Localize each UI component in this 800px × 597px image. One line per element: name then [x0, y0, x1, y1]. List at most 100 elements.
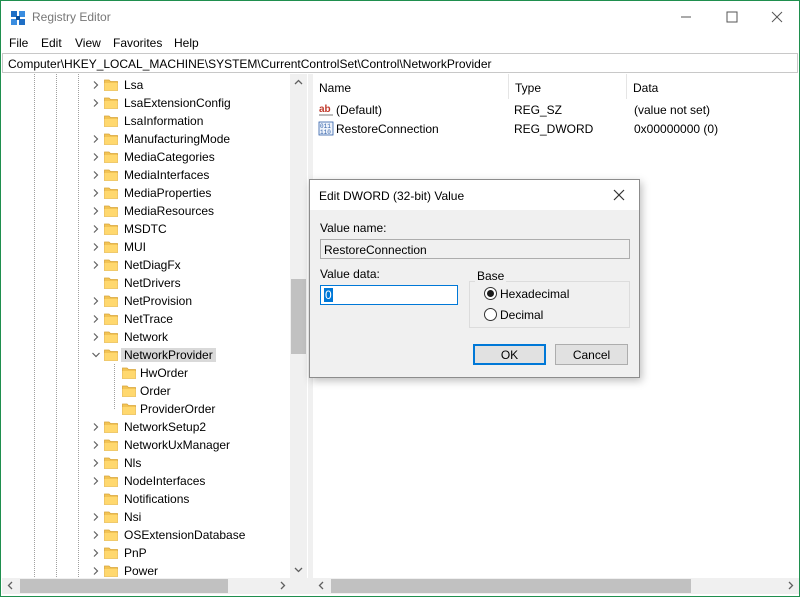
- chevron-right-icon[interactable]: [92, 531, 100, 539]
- close-icon[interactable]: [610, 186, 628, 204]
- chevron-right-icon[interactable]: [92, 189, 100, 197]
- value-name-label: Value name:: [320, 221, 387, 235]
- tree-item[interactable]: NetProvision: [2, 292, 292, 310]
- tree-item[interactable]: Lsa: [2, 76, 292, 94]
- decimal-radio[interactable]: [484, 308, 497, 321]
- tree-horizontal-scroll-thumb[interactable]: [20, 579, 228, 593]
- close-button[interactable]: [754, 1, 800, 33]
- scroll-right-icon[interactable]: [786, 581, 795, 590]
- chevron-right-icon[interactable]: [92, 567, 100, 575]
- chevron-right-icon[interactable]: [92, 153, 100, 161]
- tree-item[interactable]: Nls: [2, 454, 292, 472]
- list-row[interactable]: ab (Default) REG_SZ (value not set): [313, 100, 799, 118]
- chevron-right-icon[interactable]: [92, 225, 100, 233]
- chevron-right-icon[interactable]: [92, 207, 100, 215]
- folder-icon: [104, 547, 118, 559]
- folder-icon: [104, 277, 118, 289]
- tree-item[interactable]: Notifications: [2, 490, 292, 508]
- tree-item[interactable]: NetTrace: [2, 310, 292, 328]
- tree-item[interactable]: NodeInterfaces: [2, 472, 292, 490]
- tree-item[interactable]: MediaInterfaces: [2, 166, 292, 184]
- tree-item-label: PnP: [124, 546, 147, 560]
- folder-icon: [104, 565, 118, 577]
- scroll-right-icon[interactable]: [278, 581, 287, 590]
- tree-item[interactable]: Network: [2, 328, 292, 346]
- hexadecimal-radio[interactable]: [484, 287, 497, 300]
- tree-item[interactable]: Order: [2, 382, 292, 400]
- chevron-down-icon[interactable]: [92, 351, 100, 359]
- list-row[interactable]: 011 110 RestoreConnection REG_DWORD 0x000000…: [313, 119, 799, 137]
- tree-item-label: MediaInterfaces: [124, 168, 210, 182]
- menu-favorites[interactable]: Favorites: [113, 36, 162, 50]
- chevron-right-icon[interactable]: [92, 423, 100, 431]
- value-type: REG_SZ: [514, 103, 563, 117]
- tree-item[interactable]: MediaResources: [2, 202, 292, 220]
- list-horizontal-scrollbar[interactable]: [313, 578, 799, 594]
- minimize-icon: [681, 16, 691, 18]
- chevron-right-icon[interactable]: [92, 135, 100, 143]
- folder-icon: [104, 349, 118, 361]
- minimize-button[interactable]: [663, 1, 709, 33]
- tree-horizontal-scrollbar[interactable]: [2, 578, 308, 594]
- tree-item[interactable]: NetworkSetup2: [2, 418, 292, 436]
- tree-vertical-scrollbar[interactable]: [290, 74, 307, 579]
- tree-item[interactable]: MUI: [2, 238, 292, 256]
- menu-help[interactable]: Help: [174, 36, 199, 50]
- chevron-right-icon[interactable]: [92, 477, 100, 485]
- folder-icon: [104, 331, 118, 343]
- chevron-right-icon[interactable]: [92, 459, 100, 467]
- column-header-data[interactable]: Data: [627, 74, 799, 99]
- chevron-right-icon[interactable]: [92, 333, 100, 341]
- tree-item[interactable]: NetworkProvider: [2, 346, 292, 364]
- tree-item[interactable]: OSExtensionDatabase: [2, 526, 292, 544]
- tree-item-label: ManufacturingMode: [124, 132, 231, 146]
- chevron-right-icon[interactable]: [92, 297, 100, 305]
- menu-file[interactable]: File: [9, 36, 28, 50]
- chevron-right-icon[interactable]: [92, 441, 100, 449]
- tree-vertical-scroll-thumb[interactable]: [291, 279, 306, 354]
- chevron-right-icon[interactable]: [92, 243, 100, 251]
- address-bar[interactable]: Computer\HKEY_LOCAL_MACHINE\SYSTEM\Curre…: [2, 53, 798, 73]
- tree-item-label: OSExtensionDatabase: [124, 528, 246, 542]
- chevron-right-icon[interactable]: [92, 261, 100, 269]
- folder-icon: [104, 493, 118, 505]
- tree-item[interactable]: NetDrivers: [2, 274, 292, 292]
- chevron-right-icon[interactable]: [92, 315, 100, 323]
- scroll-up-icon[interactable]: [294, 78, 303, 87]
- menu-edit[interactable]: Edit: [41, 36, 62, 50]
- tree-item[interactable]: NetDiagFx: [2, 256, 292, 274]
- scroll-left-icon[interactable]: [317, 581, 326, 590]
- tree-item[interactable]: MediaProperties: [2, 184, 292, 202]
- column-header-type[interactable]: Type: [509, 74, 627, 99]
- column-header-name[interactable]: Name: [313, 74, 509, 99]
- chevron-right-icon[interactable]: [92, 513, 100, 521]
- tree-item[interactable]: HwOrder: [2, 364, 292, 382]
- menu-view[interactable]: View: [75, 36, 101, 50]
- ok-button[interactable]: OK: [473, 344, 546, 365]
- tree-item[interactable]: MSDTC: [2, 220, 292, 238]
- cancel-button[interactable]: Cancel: [555, 344, 628, 365]
- chevron-right-icon[interactable]: [92, 99, 100, 107]
- maximize-button[interactable]: [709, 1, 755, 33]
- chevron-right-icon[interactable]: [92, 81, 100, 89]
- tree-item[interactable]: LsaInformation: [2, 112, 292, 130]
- chevron-right-icon[interactable]: [92, 171, 100, 179]
- tree-item-label: NetDrivers: [124, 276, 181, 290]
- decimal-label[interactable]: Decimal: [500, 308, 543, 322]
- hexadecimal-label[interactable]: Hexadecimal: [500, 287, 569, 301]
- tree-item[interactable]: Nsi: [2, 508, 292, 526]
- folder-icon: [104, 169, 118, 181]
- scroll-down-icon[interactable]: [294, 565, 303, 574]
- tree-item[interactable]: MediaCategories: [2, 148, 292, 166]
- chevron-right-icon[interactable]: [92, 549, 100, 557]
- scroll-left-icon[interactable]: [6, 581, 15, 590]
- tree-item[interactable]: NetworkUxManager: [2, 436, 292, 454]
- value-data-input[interactable]: 0: [320, 285, 458, 305]
- tree-item[interactable]: ProviderOrder: [2, 400, 292, 418]
- tree-item[interactable]: LsaExtensionConfig: [2, 94, 292, 112]
- list-horizontal-scroll-thumb[interactable]: [331, 579, 691, 593]
- folder-icon: [104, 439, 118, 451]
- tree-item[interactable]: PnP: [2, 544, 292, 562]
- svg-text:ab: ab: [319, 104, 331, 115]
- tree-item[interactable]: ManufacturingMode: [2, 130, 292, 148]
